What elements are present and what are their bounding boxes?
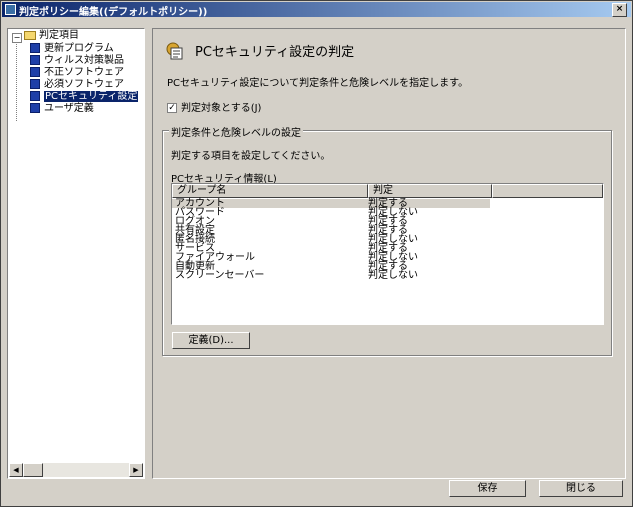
tree-item-label: 更新プログラム [44, 43, 114, 54]
list-row[interactable]: スクリーンセーバー 判定しない [172, 270, 603, 281]
book-icon [30, 103, 40, 113]
tree-root-label: 判定項目 [39, 30, 79, 41]
tree-view[interactable]: − 判定項目 更新プログラム ウィルス対策製品 不正ソフトウェア 必須ソフトウェ… [7, 28, 145, 479]
define-button[interactable]: 定義(D)... [172, 332, 250, 349]
security-info-list[interactable]: グループ名 判定 アカウント 判定する パスワード 判定しない ログオン 判定する 共… [171, 183, 604, 325]
collapse-icon[interactable]: − [12, 33, 22, 43]
column-header-judge[interactable]: 判定 [368, 184, 492, 198]
scroll-thumb[interactable] [23, 463, 43, 477]
book-icon [30, 43, 40, 53]
panel-title: PCセキュリティ設定の判定 [195, 45, 355, 60]
save-button[interactable]: 保存 [449, 480, 526, 497]
security-settings-icon [166, 42, 183, 60]
tree-horizontal-scrollbar[interactable]: ◀ ▶ [9, 463, 143, 477]
scroll-right-icon[interactable]: ▶ [129, 463, 143, 477]
target-checkbox-row[interactable]: ✓ 判定対象とする(J) [167, 99, 261, 114]
tree-item-pc-security[interactable]: PCセキュリティ設定 [30, 91, 139, 103]
close-icon[interactable]: × [612, 3, 627, 17]
book-icon [30, 91, 40, 101]
tree-item-malware[interactable]: 不正ソフトウェア [30, 67, 124, 79]
tree-item-required-software[interactable]: 必須ソフトウェア [30, 79, 124, 91]
tree-item-update[interactable]: 更新プログラム [30, 43, 114, 55]
book-icon [30, 79, 40, 89]
window-title: 判定ポリシー編集((デフォルトポリシー)) [19, 7, 208, 18]
tree-item-label: PCセキュリティ設定 [44, 91, 139, 102]
column-header-group[interactable]: グループ名 [172, 184, 368, 198]
title-bar[interactable]: 判定ポリシー編集((デフォルトポリシー)) × [2, 2, 631, 18]
target-checkbox[interactable]: ✓ [167, 103, 177, 113]
row-group: スクリーンセーバー [175, 270, 265, 281]
book-icon [30, 55, 40, 65]
group-title: 判定条件と危険レベルの設定 [169, 124, 303, 139]
scroll-left-icon[interactable]: ◀ [9, 463, 23, 477]
target-checkbox-label: 判定対象とする(J) [181, 103, 262, 114]
column-header-empty [492, 184, 603, 198]
folder-icon [24, 30, 36, 40]
tree-item-user-defined[interactable]: ユーザ定義 [30, 103, 94, 115]
book-icon [30, 67, 40, 77]
panel-description: PCセキュリティ設定について判定条件と危険レベルを指定します。 [167, 78, 469, 89]
dialog-window: 判定ポリシー編集((デフォルトポリシー)) × − 判定項目 更新プログラム ウ… [0, 0, 633, 507]
tree-root[interactable]: 判定項目 [24, 30, 79, 42]
instruction-text: 判定する項目を設定してください。 [171, 151, 331, 162]
tree-item-label: ユーザ定義 [44, 103, 94, 114]
settings-panel: PCセキュリティ設定の判定 PCセキュリティ設定について判定条件と危険レベルを指… [152, 28, 626, 479]
row-judge[interactable]: 判定しない [368, 271, 418, 281]
tree-item-label: ウィルス対策製品 [44, 55, 124, 66]
criteria-groupbox: 判定条件と危険レベルの設定 判定する項目を設定してください。 PCセキュリティ情… [162, 124, 612, 356]
tree-item-label: 不正ソフトウェア [44, 67, 124, 78]
app-icon [5, 4, 16, 15]
tree-item-label: 必須ソフトウェア [44, 79, 124, 90]
tree-item-antivirus[interactable]: ウィルス対策製品 [30, 55, 124, 67]
close-button[interactable]: 閉じる [539, 480, 623, 497]
